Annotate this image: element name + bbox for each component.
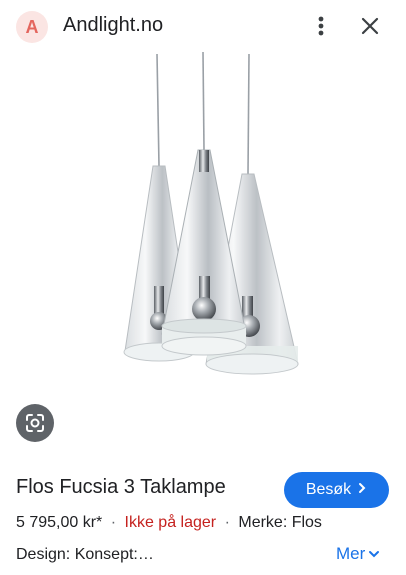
separator: · <box>110 514 117 531</box>
product-meta: 5 795,00 kr* · Ikke på lager · Merke: Fl… <box>16 514 322 532</box>
google-lens-icon[interactable] <box>16 404 54 442</box>
more-label: Mer <box>336 544 366 563</box>
visit-button-label: Besøk <box>305 481 352 498</box>
more-button[interactable]: Mer <box>336 544 380 564</box>
product-description: Design: Konsept:… <box>16 546 154 563</box>
separator: · <box>224 514 230 531</box>
site-name[interactable]: Andlight.no <box>63 14 163 37</box>
product-price: 5 795,00 kr* <box>16 514 103 531</box>
site-logo: A <box>16 11 48 43</box>
more-vert-icon[interactable] <box>309 12 333 40</box>
visit-button[interactable]: Besøk <box>284 472 389 508</box>
close-icon[interactable] <box>356 12 384 40</box>
chevron-down-icon <box>368 544 380 564</box>
chevron-right-icon <box>357 481 367 499</box>
product-title[interactable]: Flos Fucsia 3 Taklampe <box>16 476 226 499</box>
product-image[interactable] <box>0 46 406 386</box>
product-brand: Merke: Flos <box>238 514 322 531</box>
stock-status: Ikke på lager <box>124 514 217 531</box>
